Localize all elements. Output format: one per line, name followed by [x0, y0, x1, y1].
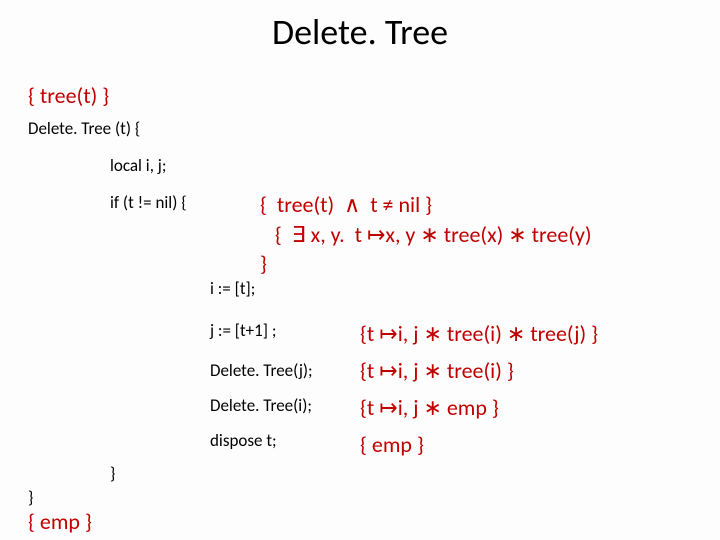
close-brace-inner: }: [110, 463, 115, 484]
assertion-block-1: { tree(t) ∧ t ≠ nil } { ∃ x, y. t ↦x, y …: [260, 190, 592, 279]
assertion-after-dispose: { emp }: [360, 431, 424, 458]
stmt-delete-j: Delete. Tree(j);: [210, 360, 313, 381]
assertion-after-j: {t ↦i, j ∗ tree(i) ∗ tree(j) }: [360, 320, 598, 347]
postcondition: { emp }: [28, 508, 92, 535]
stmt-delete-i: Delete. Tree(i);: [210, 395, 312, 416]
if-guard: if (t != nil) {: [110, 192, 187, 213]
stmt-i-assign: i := [t];: [210, 278, 255, 299]
local-decl: local i, j;: [110, 155, 166, 176]
slide-title: Delete. Tree: [0, 0, 720, 54]
slide: Delete. Tree { tree(t) } Delete. Tree (t…: [0, 0, 720, 540]
stmt-j-assign: j := [t+1] ;: [210, 320, 276, 341]
stmt-dispose: dispose t;: [210, 430, 277, 451]
close-brace-outer: }: [28, 487, 33, 508]
assertion-after-delete-j: {t ↦i, j ∗ tree(i) }: [360, 357, 514, 384]
function-signature: Delete. Tree (t) {: [28, 118, 140, 139]
precondition: { tree(t) }: [28, 82, 109, 109]
assertion-after-delete-i: {t ↦i, j ∗ emp }: [360, 394, 499, 421]
